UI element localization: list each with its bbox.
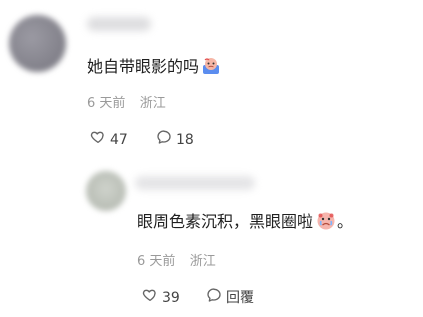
comment-bubble-icon (206, 287, 222, 308)
crying-face-icon (201, 56, 221, 82)
comment-text: 她自带眼影的吗 (87, 56, 221, 82)
avatar[interactable] (9, 15, 66, 72)
reply-label: 回覆 (226, 289, 254, 306)
reply-text-suffix: 。 (337, 212, 354, 231)
reply-username-blurred[interactable] (135, 176, 255, 190)
reply-meta: 6 天前 浙江 (137, 253, 216, 271)
reply-text-content: 眼周色素沉积，黑眼圈啦 (137, 212, 314, 231)
reply-reply-button[interactable]: 回覆 (206, 287, 254, 308)
comment-text-content: 她自带眼影的吗 (87, 57, 200, 76)
comment-thread: 她自带眼影的吗 6 天前 浙江 47 18 眼周色素沉积，黑眼圈啦 。 6 天前… (0, 0, 423, 317)
comment-location: 浙江 (139, 96, 166, 111)
reply-like-count: 39 (162, 289, 180, 306)
like-count: 47 (110, 131, 128, 148)
reply-button[interactable]: 18 (156, 129, 194, 150)
reply-count: 18 (176, 131, 194, 148)
comment-bubble-icon (156, 129, 172, 150)
reply-time: 6 天前 (137, 254, 176, 269)
like-button[interactable]: 47 (90, 129, 128, 150)
reply-like-button[interactable]: 39 (142, 287, 180, 308)
comment-meta: 6 天前 浙江 (87, 95, 166, 113)
username-blurred[interactable] (87, 17, 151, 31)
heart-icon (90, 129, 106, 150)
reply-avatar[interactable] (86, 171, 126, 211)
crying-face-icon (315, 211, 337, 237)
comment-time: 6 天前 (87, 96, 126, 111)
reply-location: 浙江 (189, 254, 216, 269)
reply-text: 眼周色素沉积，黑眼圈啦 。 (137, 211, 353, 237)
heart-icon (142, 287, 158, 308)
